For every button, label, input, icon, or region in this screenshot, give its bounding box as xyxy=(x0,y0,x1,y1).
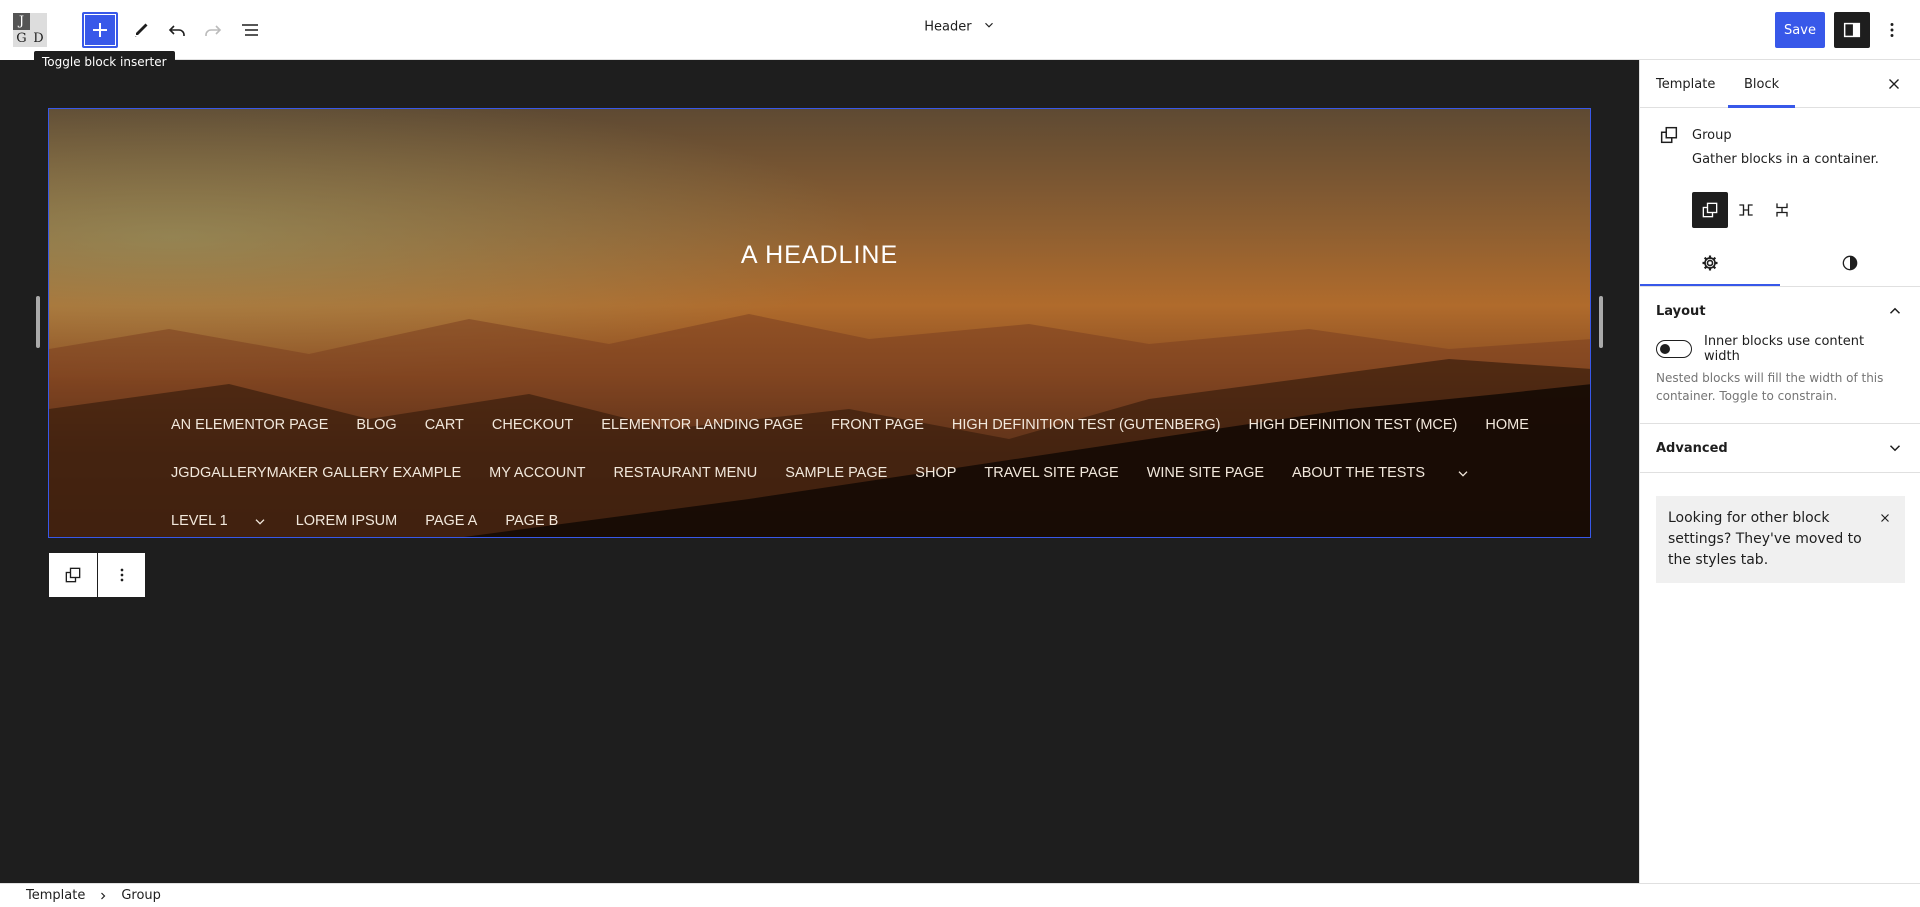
panel-title: Layout xyxy=(1656,303,1706,319)
nav-row: JGDGALLERYMAKER GALLERY EXAMPLE MY ACCOU… xyxy=(171,449,1471,497)
nav-item[interactable]: BLOG xyxy=(356,417,396,433)
stack-icon xyxy=(1776,203,1788,217)
block-type-button[interactable] xyxy=(49,553,97,597)
settings-toggle-button[interactable] xyxy=(1834,12,1870,48)
layout-panel-toggle[interactable]: Layout xyxy=(1640,287,1920,335)
variation-group-button[interactable] xyxy=(1692,192,1728,228)
nav-item[interactable]: TRAVEL SITE PAGE xyxy=(984,465,1118,481)
breadcrumb-item[interactable]: Group xyxy=(121,888,161,903)
block-description: Gather blocks in a container. xyxy=(1692,152,1879,167)
contrast-icon xyxy=(1842,255,1858,270)
document-title-button[interactable]: Header xyxy=(0,18,1920,36)
close-icon xyxy=(1881,514,1889,522)
chevron-right-icon xyxy=(97,890,109,902)
options-menu-button[interactable] xyxy=(1874,12,1910,48)
inserter-tooltip: Toggle block inserter xyxy=(34,51,175,73)
nav-item[interactable]: CHECKOUT xyxy=(492,417,573,433)
group-icon xyxy=(1702,202,1718,218)
chevron-up-icon xyxy=(1889,307,1901,314)
resize-handle-right[interactable] xyxy=(1599,296,1603,348)
document-title: Header xyxy=(924,19,972,35)
block-toolbar xyxy=(48,552,146,598)
editor-canvas[interactable]: A HEADLINE AN ELEMENTOR PAGE BLOG CART C… xyxy=(0,60,1639,883)
more-vertical-icon xyxy=(120,568,123,582)
nav-item[interactable]: HIGH DEFINITION TEST (GUTENBERG) xyxy=(952,417,1221,433)
close-icon xyxy=(1889,79,1899,89)
nav-item[interactable]: PAGE A xyxy=(425,513,477,529)
headline[interactable]: A HEADLINE xyxy=(49,241,1590,270)
layout-panel: Layout Inner blocks use content width Ne… xyxy=(1640,287,1920,424)
block-options-button[interactable] xyxy=(97,553,145,597)
resize-handle-left[interactable] xyxy=(36,296,40,348)
nav-item[interactable]: SHOP xyxy=(915,465,956,481)
block-card: Group Gather blocks in a container. xyxy=(1640,108,1920,239)
navigation-block[interactable]: AN ELEMENTOR PAGE BLOG CART CHECKOUT ELE… xyxy=(171,401,1529,537)
breadcrumb-item[interactable]: Template xyxy=(26,888,85,903)
nav-item[interactable]: MY ACCOUNT xyxy=(489,465,585,481)
editor-header: J G D Header Save xyxy=(0,0,1920,60)
sidebar-icon xyxy=(1843,22,1861,38)
nav-item[interactable]: WINE SITE PAGE xyxy=(1147,465,1264,481)
nav-item[interactable]: SAMPLE PAGE xyxy=(785,465,887,481)
group-icon xyxy=(1658,124,1680,150)
block-variations xyxy=(1692,192,1800,228)
notice-text: Looking for other block settings? They'v… xyxy=(1668,510,1862,568)
tab-template[interactable]: Template xyxy=(1640,60,1731,108)
breadcrumb: Template Group xyxy=(0,883,1920,907)
variation-stack-button[interactable] xyxy=(1764,192,1800,228)
nav-item[interactable]: ABOUT THE TESTS xyxy=(1292,465,1425,481)
toggle-help-text: Nested blocks will fill the width of thi… xyxy=(1656,371,1884,403)
tab-settings[interactable] xyxy=(1640,239,1780,286)
dismiss-notice-button[interactable] xyxy=(1875,508,1895,528)
chevron-down-icon xyxy=(1889,445,1901,452)
nav-row: LEVEL 1 LOREM IPSUM PAGE A PAGE B xyxy=(171,497,1471,537)
gear-icon xyxy=(1702,255,1718,270)
tab-block[interactable]: Block xyxy=(1728,60,1795,108)
submenu-chevron-icon[interactable] xyxy=(252,513,268,529)
content-width-toggle-row: Inner blocks use content width xyxy=(1640,334,1920,364)
nav-item[interactable]: HOME xyxy=(1485,417,1529,433)
group-block[interactable]: A HEADLINE AN ELEMENTOR PAGE BLOG CART C… xyxy=(48,108,1591,538)
settings-style-tabs xyxy=(1640,239,1920,287)
settings-sidebar: Template Block Group Gather blocks in a … xyxy=(1639,60,1920,883)
content-width-toggle[interactable] xyxy=(1656,340,1692,358)
toggle-label: Inner blocks use content width xyxy=(1703,334,1865,364)
nav-item[interactable]: CART xyxy=(425,417,464,433)
tab-styles[interactable] xyxy=(1780,239,1920,286)
nav-item[interactable]: LEVEL 1 xyxy=(171,513,228,529)
nav-item[interactable]: LOREM IPSUM xyxy=(296,513,398,529)
nav-item[interactable]: PAGE B xyxy=(505,513,558,529)
nav-item[interactable]: JGDGALLERYMAKER GALLERY EXAMPLE xyxy=(171,465,461,481)
group-icon xyxy=(65,567,81,583)
nav-row: AN ELEMENTOR PAGE BLOG CART CHECKOUT ELE… xyxy=(171,401,1529,449)
styles-notice: Looking for other block settings? They'v… xyxy=(1656,496,1905,583)
nav-item[interactable]: AN ELEMENTOR PAGE xyxy=(171,417,328,433)
block-title: Group xyxy=(1692,128,1732,143)
sidebar-tabs: Template Block xyxy=(1640,60,1920,108)
submenu-chevron-icon[interactable] xyxy=(1455,465,1471,481)
variation-row-button[interactable] xyxy=(1728,192,1764,228)
row-icon xyxy=(1739,204,1753,216)
nav-item[interactable]: HIGH DEFINITION TEST (MCE) xyxy=(1248,417,1457,433)
close-sidebar-button[interactable] xyxy=(1882,72,1906,96)
chevron-down-icon xyxy=(982,18,996,36)
advanced-panel: Advanced xyxy=(1640,424,1920,473)
save-button[interactable]: Save xyxy=(1775,12,1825,48)
nav-item[interactable]: FRONT PAGE xyxy=(831,417,924,433)
panel-title: Advanced xyxy=(1656,440,1728,456)
advanced-panel-toggle[interactable]: Advanced xyxy=(1640,424,1920,472)
nav-item[interactable]: ELEMENTOR LANDING PAGE xyxy=(601,417,803,433)
more-vertical-icon xyxy=(1890,23,1894,37)
nav-item[interactable]: RESTAURANT MENU xyxy=(614,465,758,481)
